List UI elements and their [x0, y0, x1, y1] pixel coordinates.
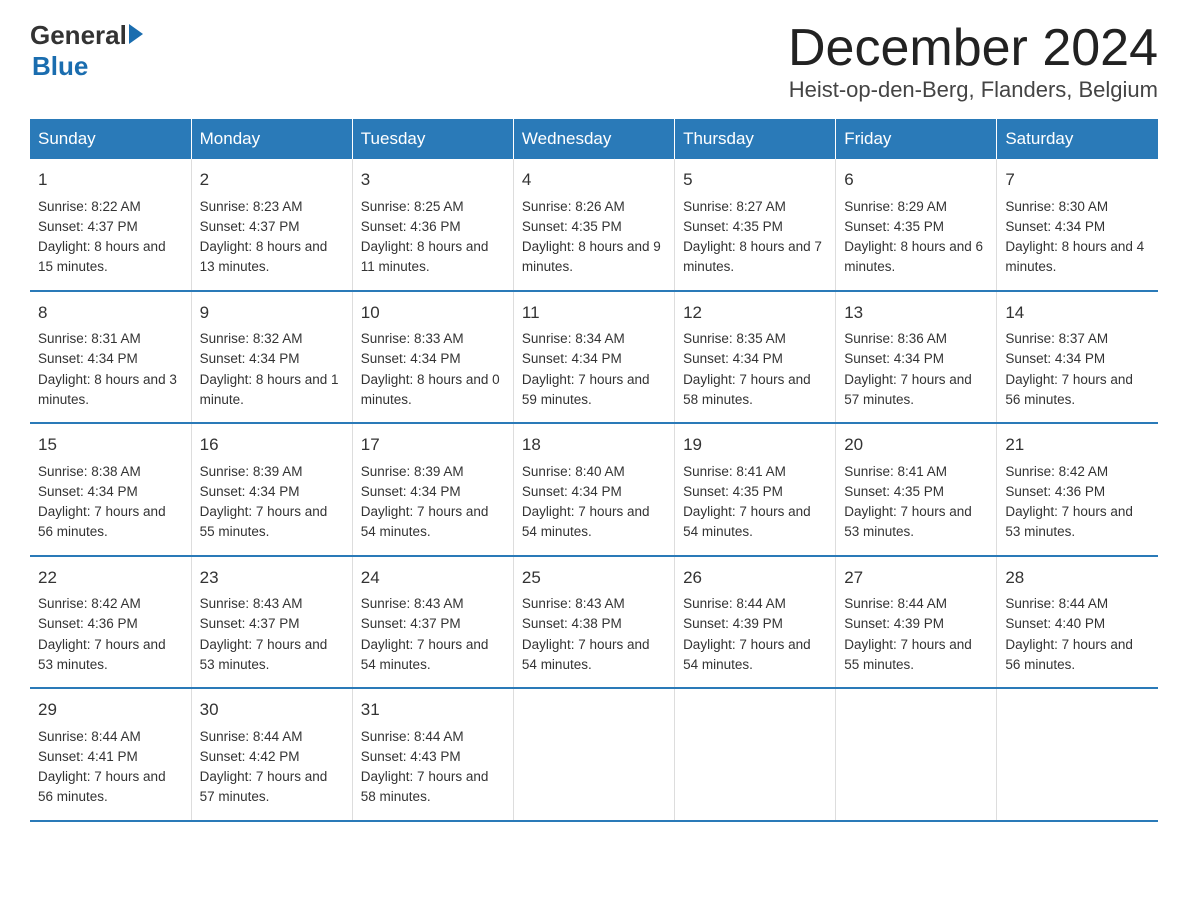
calendar-cell: 22Sunrise: 8:42 AMSunset: 4:36 PMDayligh… — [30, 556, 191, 689]
title-block: December 2024 Heist-op-den-Berg, Flander… — [788, 20, 1158, 103]
calendar-cell: 7Sunrise: 8:30 AMSunset: 4:34 PMDaylight… — [997, 159, 1158, 291]
logo-general: General — [30, 20, 127, 51]
calendar-cell: 14Sunrise: 8:37 AMSunset: 4:34 PMDayligh… — [997, 291, 1158, 424]
page-header: General Blue December 2024 Heist-op-den-… — [30, 20, 1158, 103]
calendar-cell — [836, 688, 997, 821]
weekday-header-sunday: Sunday — [30, 119, 191, 159]
logo-blue: Blue — [32, 51, 143, 82]
calendar-cell: 10Sunrise: 8:33 AMSunset: 4:34 PMDayligh… — [352, 291, 513, 424]
calendar-cell: 9Sunrise: 8:32 AMSunset: 4:34 PMDaylight… — [191, 291, 352, 424]
week-row-5: 29Sunrise: 8:44 AMSunset: 4:41 PMDayligh… — [30, 688, 1158, 821]
day-number: 9 — [200, 300, 344, 326]
calendar-cell — [513, 688, 674, 821]
calendar-cell: 29Sunrise: 8:44 AMSunset: 4:41 PMDayligh… — [30, 688, 191, 821]
day-number: 26 — [683, 565, 827, 591]
day-number: 16 — [200, 432, 344, 458]
day-number: 14 — [1005, 300, 1150, 326]
day-number: 13 — [844, 300, 988, 326]
calendar-cell: 1Sunrise: 8:22 AMSunset: 4:37 PMDaylight… — [30, 159, 191, 291]
weekday-header-saturday: Saturday — [997, 119, 1158, 159]
day-number: 15 — [38, 432, 183, 458]
week-row-1: 1Sunrise: 8:22 AMSunset: 4:37 PMDaylight… — [30, 159, 1158, 291]
day-number: 20 — [844, 432, 988, 458]
calendar-cell: 15Sunrise: 8:38 AMSunset: 4:34 PMDayligh… — [30, 423, 191, 556]
calendar-cell: 20Sunrise: 8:41 AMSunset: 4:35 PMDayligh… — [836, 423, 997, 556]
day-number: 25 — [522, 565, 666, 591]
calendar-cell: 2Sunrise: 8:23 AMSunset: 4:37 PMDaylight… — [191, 159, 352, 291]
day-number: 5 — [683, 167, 827, 193]
month-title: December 2024 — [788, 20, 1158, 77]
day-number: 30 — [200, 697, 344, 723]
calendar-cell: 6Sunrise: 8:29 AMSunset: 4:35 PMDaylight… — [836, 159, 997, 291]
day-number: 18 — [522, 432, 666, 458]
calendar-cell: 25Sunrise: 8:43 AMSunset: 4:38 PMDayligh… — [513, 556, 674, 689]
logo-triangle-icon — [129, 24, 143, 44]
calendar-cell: 30Sunrise: 8:44 AMSunset: 4:42 PMDayligh… — [191, 688, 352, 821]
day-number: 11 — [522, 300, 666, 326]
weekday-header-tuesday: Tuesday — [352, 119, 513, 159]
day-number: 19 — [683, 432, 827, 458]
calendar-cell: 19Sunrise: 8:41 AMSunset: 4:35 PMDayligh… — [675, 423, 836, 556]
location-title: Heist-op-den-Berg, Flanders, Belgium — [788, 77, 1158, 103]
weekday-header-monday: Monday — [191, 119, 352, 159]
day-number: 8 — [38, 300, 183, 326]
calendar-cell: 27Sunrise: 8:44 AMSunset: 4:39 PMDayligh… — [836, 556, 997, 689]
weekday-header-row: SundayMondayTuesdayWednesdayThursdayFrid… — [30, 119, 1158, 159]
logo: General Blue — [30, 20, 143, 82]
calendar-cell: 18Sunrise: 8:40 AMSunset: 4:34 PMDayligh… — [513, 423, 674, 556]
day-number: 7 — [1005, 167, 1150, 193]
calendar-cell: 4Sunrise: 8:26 AMSunset: 4:35 PMDaylight… — [513, 159, 674, 291]
calendar-cell: 3Sunrise: 8:25 AMSunset: 4:36 PMDaylight… — [352, 159, 513, 291]
weekday-header-wednesday: Wednesday — [513, 119, 674, 159]
day-number: 2 — [200, 167, 344, 193]
calendar-cell: 31Sunrise: 8:44 AMSunset: 4:43 PMDayligh… — [352, 688, 513, 821]
calendar-cell: 5Sunrise: 8:27 AMSunset: 4:35 PMDaylight… — [675, 159, 836, 291]
calendar-cell: 13Sunrise: 8:36 AMSunset: 4:34 PMDayligh… — [836, 291, 997, 424]
day-number: 23 — [200, 565, 344, 591]
day-number: 12 — [683, 300, 827, 326]
week-row-4: 22Sunrise: 8:42 AMSunset: 4:36 PMDayligh… — [30, 556, 1158, 689]
day-number: 24 — [361, 565, 505, 591]
day-number: 29 — [38, 697, 183, 723]
day-number: 22 — [38, 565, 183, 591]
calendar-cell: 23Sunrise: 8:43 AMSunset: 4:37 PMDayligh… — [191, 556, 352, 689]
day-number: 6 — [844, 167, 988, 193]
day-number: 1 — [38, 167, 183, 193]
calendar-cell: 28Sunrise: 8:44 AMSunset: 4:40 PMDayligh… — [997, 556, 1158, 689]
calendar-cell: 16Sunrise: 8:39 AMSunset: 4:34 PMDayligh… — [191, 423, 352, 556]
calendar-cell — [997, 688, 1158, 821]
calendar-cell: 17Sunrise: 8:39 AMSunset: 4:34 PMDayligh… — [352, 423, 513, 556]
day-number: 4 — [522, 167, 666, 193]
day-number: 17 — [361, 432, 505, 458]
calendar-cell: 8Sunrise: 8:31 AMSunset: 4:34 PMDaylight… — [30, 291, 191, 424]
week-row-2: 8Sunrise: 8:31 AMSunset: 4:34 PMDaylight… — [30, 291, 1158, 424]
day-number: 28 — [1005, 565, 1150, 591]
day-number: 3 — [361, 167, 505, 193]
calendar-table: SundayMondayTuesdayWednesdayThursdayFrid… — [30, 119, 1158, 822]
calendar-cell: 24Sunrise: 8:43 AMSunset: 4:37 PMDayligh… — [352, 556, 513, 689]
calendar-cell: 26Sunrise: 8:44 AMSunset: 4:39 PMDayligh… — [675, 556, 836, 689]
day-number: 21 — [1005, 432, 1150, 458]
day-number: 31 — [361, 697, 505, 723]
week-row-3: 15Sunrise: 8:38 AMSunset: 4:34 PMDayligh… — [30, 423, 1158, 556]
weekday-header-friday: Friday — [836, 119, 997, 159]
calendar-cell: 21Sunrise: 8:42 AMSunset: 4:36 PMDayligh… — [997, 423, 1158, 556]
day-number: 27 — [844, 565, 988, 591]
calendar-cell: 11Sunrise: 8:34 AMSunset: 4:34 PMDayligh… — [513, 291, 674, 424]
day-number: 10 — [361, 300, 505, 326]
weekday-header-thursday: Thursday — [675, 119, 836, 159]
calendar-cell — [675, 688, 836, 821]
calendar-cell: 12Sunrise: 8:35 AMSunset: 4:34 PMDayligh… — [675, 291, 836, 424]
